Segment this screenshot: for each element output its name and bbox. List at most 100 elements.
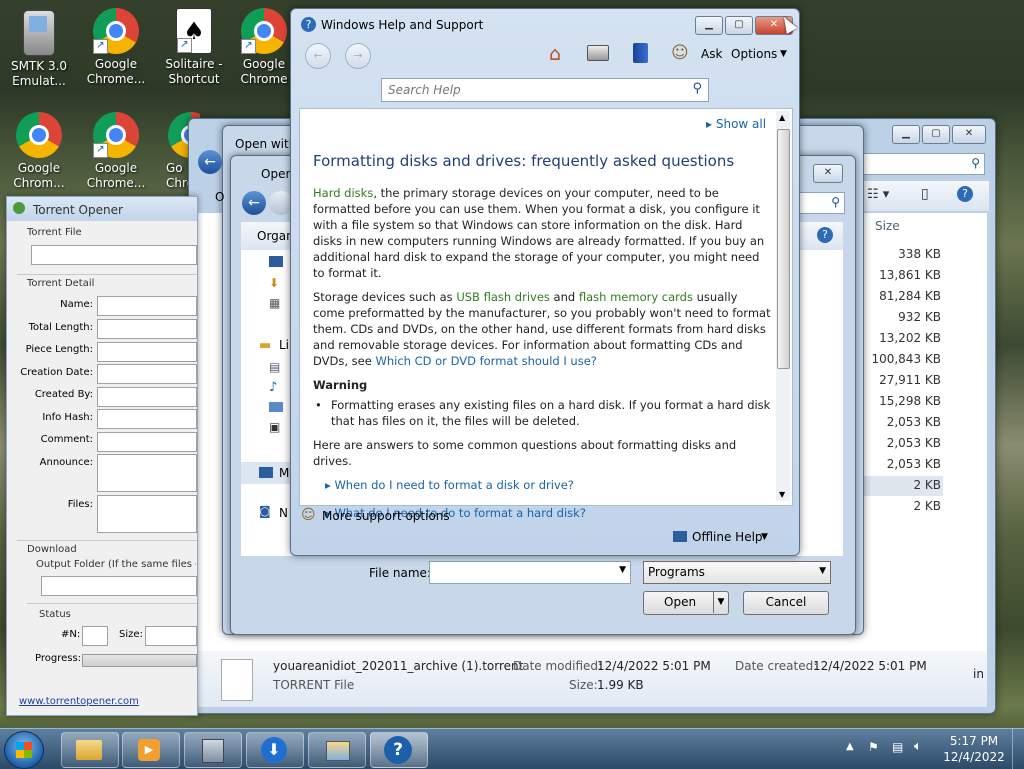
open-button[interactable]: Open ▼: [643, 591, 729, 615]
help-icon[interactable]: ?: [817, 227, 833, 243]
desktop-icon-chrome-4[interactable]: ↗ Google Chrome...: [79, 112, 153, 191]
maximize-button[interactable]: ▢: [922, 125, 950, 144]
piece-length-field[interactable]: [97, 342, 197, 362]
help-article: Hard disks, the primary storage devices …: [313, 185, 771, 529]
back-arrow-icon[interactable]: ←: [198, 150, 222, 174]
home-icon[interactable]: ⌂: [549, 43, 561, 65]
flash-memory-cards-link[interactable]: flash memory cards: [579, 290, 693, 304]
info-hash-field[interactable]: [97, 409, 197, 429]
output-folder-input[interactable]: [41, 576, 197, 596]
ask-icon[interactable]: ☺: [671, 43, 689, 63]
comment-field[interactable]: [97, 432, 197, 452]
search-box[interactable]: ⚲: [849, 153, 985, 175]
offline-help-button[interactable]: Offline Help: [692, 530, 763, 544]
torrentopener-link[interactable]: www.torrentopener.com: [19, 696, 139, 707]
desktop-icon-chrome-1[interactable]: ↗ Google Chrome...: [79, 8, 153, 87]
chevron-down-icon[interactable]: ▼: [713, 592, 728, 613]
created-by-field[interactable]: [97, 387, 197, 407]
media-player-taskbar-button[interactable]: ▶: [122, 732, 180, 768]
clock[interactable]: 5:17 PM 12/4/2022: [938, 733, 1010, 765]
browse-help-icon[interactable]: [633, 43, 648, 63]
show-hidden-icons[interactable]: ▲: [846, 741, 854, 752]
hard-disks-link[interactable]: Hard disks: [313, 186, 373, 200]
file-name-input[interactable]: ▼: [429, 561, 631, 584]
partial-text: O: [215, 190, 225, 204]
show-desktop-button[interactable]: [1012, 729, 1024, 769]
torrent-taskbar-button[interactable]: ⬇: [246, 732, 304, 768]
ask-button[interactable]: Ask: [701, 47, 722, 61]
size-field[interactable]: [145, 626, 197, 646]
creation-date-field[interactable]: [97, 364, 197, 384]
field-label: Files:: [67, 499, 93, 510]
back-arrow-icon[interactable]: ←: [305, 43, 331, 69]
chrome-icon: ↗: [93, 8, 139, 54]
downloads-nav-icon[interactable]: ⬇: [269, 276, 279, 290]
action-center-icon[interactable]: ⚑: [868, 740, 879, 754]
help-window[interactable]: ? Windows Help and Support ▁ ▢ ✕ ← → ⌂ ☺…: [290, 8, 800, 556]
search-icon[interactable]: ⚲: [692, 81, 702, 96]
scroll-up-icon[interactable]: ▲: [779, 113, 785, 122]
videos-nav-icon[interactable]: ▣: [269, 420, 280, 434]
solitaire-icon: ♠ ↗: [176, 8, 212, 54]
chevron-down-icon[interactable]: ▼: [761, 532, 768, 542]
preview-pane-icon[interactable]: ▯: [921, 186, 929, 202]
folder-icon: [76, 740, 102, 760]
window-title: Torrent Opener: [33, 203, 123, 217]
network-taskbar-button[interactable]: [184, 732, 242, 768]
scroll-down-icon[interactable]: ▼: [779, 490, 785, 499]
desktop-nav-icon[interactable]: [269, 256, 283, 267]
help-taskbar-button[interactable]: ?: [370, 732, 428, 768]
documents-nav-icon[interactable]: ▤: [269, 360, 280, 374]
size-column-header[interactable]: Size: [875, 219, 900, 233]
torrent-file-input[interactable]: [31, 245, 197, 265]
help-icon[interactable]: ?: [957, 186, 973, 202]
start-button[interactable]: [4, 731, 44, 769]
help-app-icon: ?: [301, 17, 316, 32]
desktop-icon-solitaire[interactable]: ♠ ↗ Solitaire - Shortcut: [157, 8, 231, 87]
chevron-down-icon[interactable]: ▼: [619, 565, 626, 575]
search-help-input[interactable]: Search Help ⚲: [381, 78, 709, 102]
open-with-taskbar-button[interactable]: [308, 732, 366, 768]
desktop-icon-smtk[interactable]: SMTK 3.0 Emulat...: [2, 10, 76, 89]
cancel-button[interactable]: Cancel: [743, 591, 829, 615]
close-button[interactable]: ✕: [813, 164, 843, 183]
forward-arrow-icon[interactable]: →: [345, 43, 371, 69]
name-field[interactable]: [97, 296, 197, 316]
more-support-options[interactable]: More support options: [322, 509, 450, 523]
print-icon[interactable]: [587, 45, 609, 61]
view-icon[interactable]: ☷ ▾: [867, 187, 889, 202]
minimize-button[interactable]: ▁: [695, 16, 723, 35]
download-group: Download: [27, 544, 77, 555]
torrent-opener-window[interactable]: Torrent Opener Torrent File Torrent Deta…: [6, 196, 198, 716]
show-all-link[interactable]: ▸ Show all: [706, 117, 766, 131]
cd-dvd-format-link[interactable]: Which CD or DVD format should I use?: [375, 354, 596, 368]
recent-nav-icon[interactable]: ▦: [269, 296, 280, 310]
total-length-field[interactable]: [97, 319, 197, 339]
progress-bar: [82, 654, 197, 667]
network-status-icon[interactable]: ▤: [892, 740, 903, 754]
close-button[interactable]: ✕: [952, 125, 986, 144]
pictures-nav-icon[interactable]: [269, 402, 283, 412]
back-arrow-icon[interactable]: ←: [242, 191, 266, 215]
minimize-button[interactable]: ▁: [892, 125, 920, 144]
options-button[interactable]: Options: [731, 47, 777, 61]
chevron-down-icon[interactable]: ▼: [780, 49, 787, 59]
n-field[interactable]: [82, 626, 108, 646]
files-field[interactable]: [97, 495, 197, 533]
network-nav-item[interactable]: N: [279, 506, 288, 520]
scroll-thumb[interactable]: [777, 129, 790, 369]
music-nav-icon[interactable]: ♪: [269, 380, 277, 395]
desktop-icon-chrome-2[interactable]: ↗ Google Chrome: [234, 8, 294, 87]
torrent-app-icon: [13, 202, 25, 214]
organize-menu[interactable]: Organ: [257, 229, 294, 243]
volume-icon[interactable]: 🔈︎: [914, 739, 922, 754]
file-type-select[interactable]: Programs ▼: [643, 561, 831, 584]
desktop-icon-chrome-3[interactable]: Google Chrom...: [2, 112, 76, 191]
question-link[interactable]: ▸ When do I need to format a disk or dri…: [313, 477, 771, 493]
usb-flash-drives-link[interactable]: USB flash drives: [456, 290, 550, 304]
libraries-nav-item[interactable]: Li: [279, 338, 289, 352]
scrollbar[interactable]: ▲ ▼: [776, 111, 790, 501]
announce-field[interactable]: [97, 454, 197, 492]
maximize-button[interactable]: ▢: [725, 16, 753, 35]
explorer-taskbar-button[interactable]: [61, 732, 119, 768]
